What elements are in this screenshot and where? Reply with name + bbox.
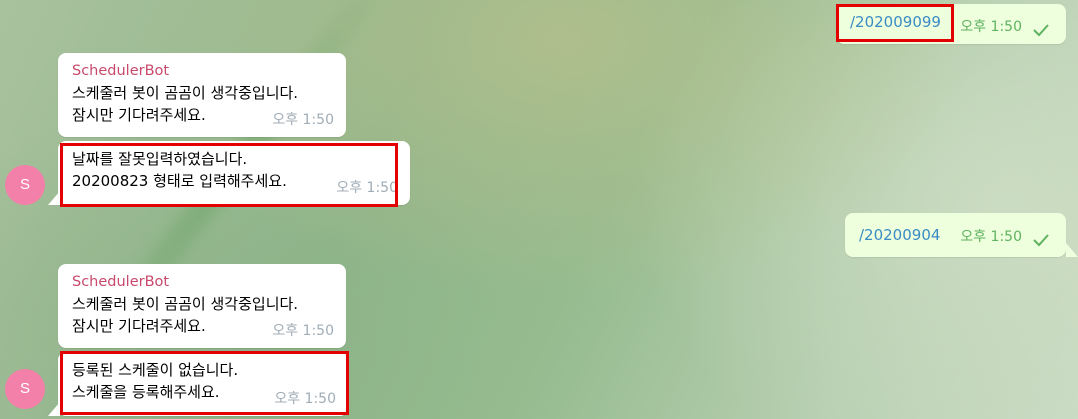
bubble-tail [48, 191, 60, 205]
command-link[interactable]: /202009099 [850, 13, 941, 31]
message-time: 오후 1:50 [336, 180, 398, 196]
message-time: 오후 1:50 [272, 323, 334, 339]
outgoing-message[interactable]: /202009099 오후 1:50 [836, 4, 1066, 44]
message-time: 오후 1:50 [272, 112, 334, 128]
avatar[interactable]: S [5, 165, 45, 205]
outgoing-message[interactable]: /20200904 오후 1:50 [845, 213, 1066, 257]
message-time: 오후 1:50 [960, 19, 1022, 35]
incoming-message: SchedulerBot 스케줄러 봇이 곰곰이 생각중입니다. 잠시만 기다려… [58, 53, 346, 137]
message-time: 오후 1:50 [274, 391, 336, 407]
sender-name[interactable]: SchedulerBot [72, 271, 332, 293]
avatar[interactable]: S [5, 369, 45, 409]
check-icon [1033, 24, 1049, 37]
incoming-message: SchedulerBot 스케줄러 봇이 곰곰이 생각중입니다. 잠시만 기다려… [58, 264, 346, 348]
bubble-tail [1066, 243, 1078, 257]
message-time: 오후 1:50 [960, 229, 1022, 245]
command-link[interactable]: /20200904 [859, 226, 940, 244]
incoming-message: 등록된 스케줄이 없습니다. 스케줄을 등록해주세요. 오후 1:50 [58, 352, 348, 416]
sender-name[interactable]: SchedulerBot [72, 60, 332, 82]
check-icon [1033, 234, 1049, 247]
incoming-message: 날짜를 잘못입력하였습니다. 20200823 형태로 입력해주세요. 오후 1… [58, 141, 410, 205]
